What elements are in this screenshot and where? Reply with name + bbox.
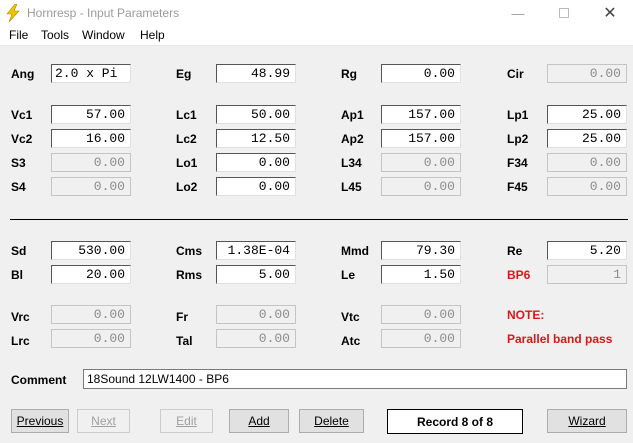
bl-field[interactable]: 20.00	[51, 265, 131, 284]
label-lp2: Lp2	[507, 132, 529, 146]
eg-field[interactable]: 48.99	[216, 64, 296, 83]
label-lc1: Lc1	[176, 108, 197, 122]
ang-field[interactable]: 2.0 x Pi	[51, 64, 131, 83]
menu-tools[interactable]: Tools	[41, 28, 69, 42]
label-cms: Cms	[176, 244, 203, 258]
label-vc2: Vc2	[11, 132, 33, 146]
sd-field[interactable]: 530.00	[51, 241, 131, 260]
label-ap1: Ap1	[341, 108, 364, 122]
label-re: Re	[507, 244, 523, 258]
f45-field: 0.00	[547, 177, 627, 196]
label-lp1: Lp1	[507, 108, 529, 122]
label-bp6: BP6	[507, 268, 531, 282]
label-bl: Bl	[11, 268, 23, 282]
close-button[interactable]: ✕	[587, 0, 633, 26]
vtc-field: 0.00	[381, 305, 461, 324]
lo2-field[interactable]: 0.00	[216, 177, 296, 196]
lc2-field[interactable]: 12.50	[216, 129, 296, 148]
label-vtc: Vtc	[341, 310, 360, 324]
cms-field[interactable]: 1.38E-04	[216, 241, 296, 260]
vc2-field[interactable]: 16.00	[51, 129, 131, 148]
title-bar: Hornresp - Input Parameters — ✕	[0, 0, 633, 26]
delete-button[interactable]: Delete	[299, 409, 364, 433]
wizard-button[interactable]: Wizard	[547, 409, 627, 433]
label-lrc: Lrc	[11, 334, 30, 348]
label-lo1: Lo1	[176, 156, 198, 170]
label-cir: Cir	[507, 67, 524, 81]
atc-field: 0.00	[381, 329, 461, 348]
l45-field: 0.00	[381, 177, 461, 196]
previous-button[interactable]: Previous	[11, 409, 69, 433]
re-field[interactable]: 5.20	[547, 241, 627, 260]
close-icon: ✕	[603, 5, 617, 22]
label-atc: Atc	[341, 334, 361, 348]
record-indicator: Record 8 of 8	[387, 409, 523, 434]
maximize-icon	[559, 8, 569, 18]
menu-bar: File Tools Window Help	[0, 26, 633, 46]
lightning-bolt-icon	[6, 4, 20, 22]
label-sd: Sd	[11, 244, 27, 258]
label-f45: F45	[507, 180, 528, 194]
menu-file[interactable]: File	[9, 28, 28, 42]
le-field[interactable]: 1.50	[381, 265, 461, 284]
label-l45: L45	[341, 180, 362, 194]
minimize-icon: —	[511, 5, 525, 21]
section-divider	[10, 219, 628, 220]
next-button[interactable]: Next	[77, 409, 130, 433]
label-vc1: Vc1	[11, 108, 33, 122]
menu-help[interactable]: Help	[140, 28, 165, 42]
label-eg: Eg	[176, 67, 192, 81]
lp1-field[interactable]: 25.00	[547, 105, 627, 124]
fr-field: 0.00	[216, 305, 296, 324]
label-mmd: Mmd	[341, 244, 369, 258]
label-ang: Ang	[11, 67, 35, 81]
label-lc2: Lc2	[176, 132, 197, 146]
label-tal: Tal	[176, 334, 193, 348]
label-le: Le	[341, 268, 356, 282]
note-text: Parallel band pass	[507, 332, 613, 346]
label-rms: Rms	[176, 268, 203, 282]
lp2-field[interactable]: 25.00	[547, 129, 627, 148]
window-title: Hornresp - Input Parameters	[27, 6, 180, 20]
tal-field: 0.00	[216, 329, 296, 348]
rg-field[interactable]: 0.00	[381, 64, 461, 83]
label-vrc: Vrc	[11, 310, 30, 324]
lo1-field[interactable]: 0.00	[216, 153, 296, 172]
s3-field: 0.00	[51, 153, 131, 172]
label-l34: L34	[341, 156, 362, 170]
lc1-field[interactable]: 50.00	[216, 105, 296, 124]
vc1-field[interactable]: 57.00	[51, 105, 131, 124]
mmd-field[interactable]: 79.30	[381, 241, 461, 260]
label-s4: S4	[11, 180, 26, 194]
f34-field: 0.00	[547, 153, 627, 172]
s4-field: 0.00	[51, 177, 131, 196]
label-s3: S3	[11, 156, 26, 170]
label-fr: Fr	[176, 310, 188, 324]
add-button[interactable]: Add	[229, 409, 289, 433]
label-rg: Rg	[341, 67, 357, 81]
label-f34: F34	[507, 156, 528, 170]
bp6-field: 1	[547, 265, 627, 284]
rms-field[interactable]: 5.00	[216, 265, 296, 284]
label-ap2: Ap2	[341, 132, 364, 146]
lrc-field: 0.00	[51, 329, 131, 348]
ap1-field[interactable]: 157.00	[381, 105, 461, 124]
ap2-field[interactable]: 157.00	[381, 129, 461, 148]
cir-field: 0.00	[547, 64, 627, 83]
edit-button[interactable]: Edit	[160, 409, 213, 433]
maximize-button[interactable]	[541, 0, 587, 26]
note-title: NOTE:	[507, 308, 545, 322]
label-comment: Comment	[11, 373, 67, 387]
minimize-button[interactable]: —	[495, 0, 541, 26]
label-lo2: Lo2	[176, 180, 198, 194]
l34-field: 0.00	[381, 153, 461, 172]
vrc-field: 0.00	[51, 305, 131, 324]
comment-field[interactable]: 18Sound 12LW1400 - BP6	[83, 369, 627, 389]
menu-window[interactable]: Window	[82, 28, 125, 42]
